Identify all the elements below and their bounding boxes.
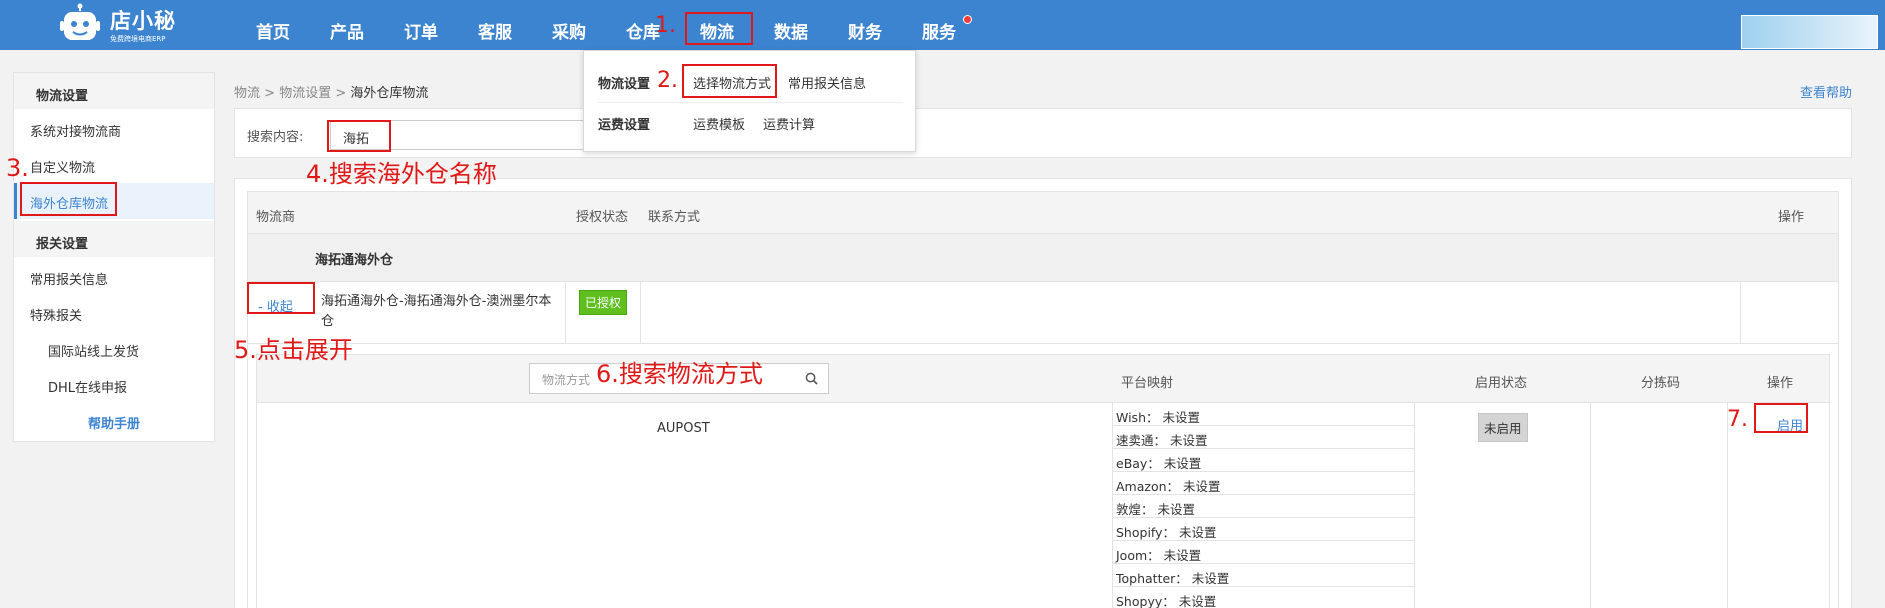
warehouse-name: 海拓通海外仓-海拓通海外仓-澳洲墨尔本仓 [321,294,552,329]
nav-product[interactable]: 产品 [330,18,364,43]
divider [1414,403,1415,608]
col-platform-mapping: 平台映射 [1121,376,1174,391]
annotation-step-1: 1. [655,13,676,38]
table-header: 物流商 授权状态 联系方式 操作 [248,192,1838,234]
sidebar-item-dhl-declare[interactable]: DHL在线申报 [48,377,127,396]
help-manual-link[interactable]: 帮助手册 [14,413,214,432]
breadcrumb: 物流 > 物流设置 > 海外仓库物流 [234,82,428,101]
dropdown-item-customs-info[interactable]: 常用报关信息 [788,73,866,92]
annotation-box-overseas-warehouse [20,182,117,216]
dropdown-item-freight-template[interactable]: 运费模板 [693,114,745,133]
table-row: - 收起 海拓通海外仓-海拓通海外仓-澳洲墨尔本仓 已授权 [248,282,1838,344]
nav-data[interactable]: 数据 [774,18,808,43]
platform-mapping-ebay: eBay： 未设置 [1112,449,1414,472]
platform-mapping-joom: Joom： 未设置 [1112,541,1414,564]
nav-customer-service[interactable]: 客服 [478,18,512,43]
annotation-box-search-input [327,120,391,152]
dropdown-item-freight-calc[interactable]: 运费计算 [763,114,815,133]
annotation-step-3: 3. [6,154,29,182]
shipping-method-subtable: 物流方式 平台映射 启用状态 分拣码 操作 AUPOST Wish： 未设置 速… [256,354,1830,608]
robot-logo-icon [60,3,100,40]
nav-purchase[interactable]: 采购 [552,18,586,43]
divider [640,282,641,344]
search-icon[interactable] [805,372,818,385]
dropdown-section-freight: 运费设置 [598,118,651,133]
annotation-step-2: 2. [657,68,678,93]
platform-mapping-shopyy: Shopyy： 未设置 [1112,587,1414,608]
annotation-box-select-method [682,64,777,98]
platform-mapping-aliexpress: 速卖通： 未设置 [1112,426,1414,449]
notification-dot [963,15,972,24]
platform-mapping-tophatter: Tophatter： 未设置 [1112,564,1414,587]
col-sort-code: 分拣码 [1641,376,1681,391]
carrier-table: 物流商 授权状态 联系方式 操作 海拓通海外仓 - 收起 海拓通海外仓-海拓通海… [247,191,1839,608]
auth-status-badge: 已授权 [579,290,628,315]
breadcrumb-separator: > [264,86,276,101]
breadcrumb-logistics[interactable]: 物流 [234,86,260,101]
col-sub-actions: 操作 [1767,376,1794,391]
col-auth-status: 授权状态 [576,210,629,225]
sidebar-section-logistics: 物流设置 [14,73,214,109]
sidebar-item-custom-logistics[interactable]: 自定义物流 [30,157,95,176]
brand-logo[interactable]: 店小秘 免费跨境电商ERP [58,3,188,47]
brand-tagline: 免费跨境电商ERP [110,35,166,43]
top-navbar: 店小秘 免费跨境电商ERP 首页 产品 订单 客服 采购 仓库 物流 数据 财务… [0,0,1885,50]
nav-service[interactable]: 服务 [922,18,956,43]
divider [565,282,566,344]
brand-name: 店小秘 [110,9,176,33]
annotation-step-4: 4.搜索海外仓名称 [306,160,497,188]
sidebar-section-customs: 报关设置 [14,221,214,257]
platform-mapping-shopify: Shopify： 未设置 [1112,518,1414,541]
divider [1727,403,1728,608]
divider [1740,282,1741,344]
annotation-step-7: 7. [1727,407,1748,432]
divider [598,102,903,103]
annotation-box-enable [1754,403,1808,433]
search-placeholder: 物流方式 [542,373,591,387]
carrier-group-name: 海拓通海外仓 [315,253,394,268]
breadcrumb-current: 海外仓库物流 [350,86,429,101]
sidebar: 物流设置 系统对接物流商 自定义物流 海外仓库物流 报关设置 常用报关信息 特殊… [13,72,215,442]
search-panel: 搜索内容: 海拓 [234,108,1852,158]
subtable-header: 物流方式 平台映射 启用状态 分拣码 操作 [257,355,1829,403]
enable-status-badge: 未启用 [1478,413,1528,442]
shipping-service-name: AUPOST [657,421,710,436]
col-carrier: 物流商 [256,210,296,225]
sidebar-item-special-customs[interactable]: 特殊报关 [30,305,82,324]
user-account-area[interactable] [1741,15,1878,49]
main-panel: 物流商 授权状态 联系方式 操作 海拓通海外仓 - 收起 海拓通海外仓-海拓通海… [234,178,1852,608]
annotation-step-6: 6.搜索物流方式 [596,360,763,388]
carrier-group-row: 海拓通海外仓 [248,234,1838,282]
platform-mapping-wish: Wish： 未设置 [1112,403,1414,426]
col-actions: 操作 [1778,210,1805,225]
breadcrumb-separator: > [335,86,347,101]
platform-mapping-amazon: Amazon： 未设置 [1112,472,1414,495]
view-help-link[interactable]: 查看帮助 [1800,82,1852,101]
col-enable-status: 启用状态 [1475,376,1528,391]
dropdown-section-logistics: 物流设置 [598,77,651,92]
search-label: 搜索内容: [247,130,304,145]
annotation-box-logistics-nav [685,12,753,45]
nav-home[interactable]: 首页 [256,18,290,43]
platform-mapping-dhgate: 敦煌： 未设置 [1112,495,1414,518]
annotation-step-5: 5.点击展开 [234,336,353,364]
annotation-box-collapse [247,282,315,314]
sidebar-item-system-carriers[interactable]: 系统对接物流商 [30,121,121,140]
sidebar-item-customs-info[interactable]: 常用报关信息 [30,269,108,288]
breadcrumb-logistics-settings[interactable]: 物流设置 [279,86,331,101]
nav-finance[interactable]: 财务 [848,18,882,43]
nav-order[interactable]: 订单 [404,18,438,43]
divider [1590,403,1591,608]
col-contact: 联系方式 [648,210,701,225]
sidebar-item-intl-shipping[interactable]: 国际站线上发货 [48,341,139,360]
